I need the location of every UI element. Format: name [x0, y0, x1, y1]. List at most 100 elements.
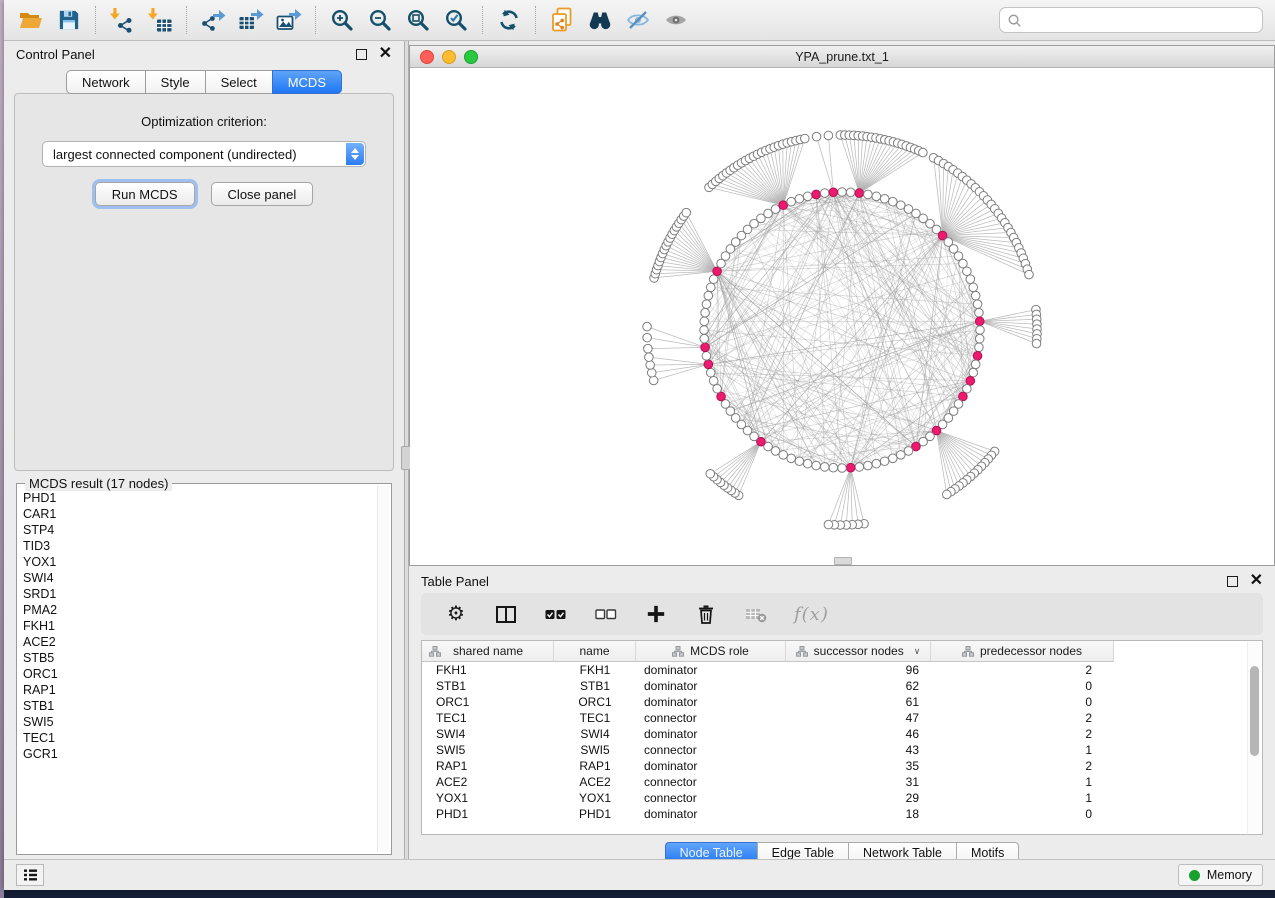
search-field — [999, 7, 1263, 33]
mcds-result-item[interactable]: FKH1 — [23, 618, 375, 634]
mcds-result-item[interactable]: ORC1 — [23, 666, 375, 682]
export-network-button[interactable] — [194, 4, 232, 36]
mcds-result-item[interactable]: PMA2 — [23, 602, 375, 618]
close-panel-button[interactable]: Close panel — [211, 182, 314, 206]
mcds-result-item[interactable]: TEC1 — [23, 730, 375, 746]
deselect-all-checkboxes-icon[interactable] — [594, 601, 618, 627]
add-column-icon[interactable] — [644, 601, 668, 627]
cell-mcds-role: connector — [636, 791, 786, 805]
panels-list-button[interactable] — [16, 864, 44, 886]
import-network-button[interactable] — [103, 4, 141, 36]
table-row[interactable]: SWI4SWI4dominator462 — [422, 726, 1262, 742]
zoom-out-button[interactable] — [361, 4, 399, 36]
column-header-shared-name[interactable]: shared name — [422, 641, 554, 662]
table-row[interactable]: ACE2ACE2connector311 — [422, 774, 1262, 790]
horizontal-splitter-grabber[interactable] — [834, 557, 852, 565]
table-row[interactable]: STB1STB1dominator620 — [422, 678, 1262, 694]
zoom-selected-button[interactable] — [437, 4, 475, 36]
mcds-result-item[interactable]: STB1 — [23, 698, 375, 714]
table-row[interactable]: SWI5SWI5connector431 — [422, 742, 1262, 758]
cell-shared-name: TEC1 — [422, 711, 554, 725]
mcds-result-item[interactable]: SWI5 — [23, 714, 375, 730]
binoculars-icon — [587, 8, 613, 32]
save-session-button[interactable] — [50, 4, 88, 36]
window-close-icon[interactable] — [420, 50, 434, 64]
mcds-result-title: MCDS result (17 nodes) — [25, 476, 172, 491]
mcds-result-item[interactable]: PHD1 — [23, 490, 375, 506]
hide-details-button[interactable] — [619, 4, 657, 36]
window-maximize-icon[interactable] — [464, 50, 478, 64]
show-details-button[interactable] — [657, 4, 695, 36]
cell-name: RAP1 — [554, 759, 636, 773]
cell-shared-name: ORC1 — [422, 695, 554, 709]
toolbar-separator — [95, 6, 96, 34]
tab-network[interactable]: Network — [66, 70, 145, 94]
mcds-result-item[interactable]: SRD1 — [23, 586, 375, 602]
memory-button[interactable]: Memory — [1178, 864, 1263, 886]
vertical-splitter[interactable] — [404, 41, 409, 859]
tab-style[interactable]: Style — [145, 70, 205, 94]
mcds-result-item[interactable]: STP4 — [23, 522, 375, 538]
gear-icon[interactable]: ⚙ — [444, 601, 468, 627]
table-row[interactable]: PHD1PHD1dominator180 — [422, 806, 1262, 822]
close-panel-icon[interactable]: ✕ — [379, 48, 392, 60]
cell-successor-nodes: 43 — [786, 743, 931, 757]
cell-predecessor-nodes: 0 — [931, 807, 1114, 821]
tab-mcds[interactable]: MCDS — [272, 70, 342, 94]
mcds-result-item[interactable]: RAP1 — [23, 682, 375, 698]
export-table-icon — [238, 7, 264, 33]
export-image-icon — [276, 7, 302, 33]
table-body: FKH1FKH1dominator962STB1STB1dominator620… — [422, 662, 1262, 822]
memory-status-icon — [1189, 870, 1200, 881]
float-panel-icon[interactable] — [356, 49, 367, 60]
close-table-panel-icon[interactable]: ✕ — [1250, 575, 1263, 587]
network-title: YPA_prune.txt_1 — [795, 50, 889, 64]
window-minimize-icon[interactable] — [442, 50, 456, 64]
toolbar-separator — [315, 6, 316, 34]
table-scrollbar-thumb[interactable] — [1250, 666, 1259, 756]
column-header-predecessor-nodes[interactable]: predecessor nodes — [931, 641, 1114, 662]
delete-column-icon[interactable] — [694, 601, 718, 627]
table-row[interactable]: TEC1TEC1connector472 — [422, 710, 1262, 726]
tab-select[interactable]: Select — [205, 70, 272, 94]
table-row[interactable]: ORC1ORC1dominator610 — [422, 694, 1262, 710]
mcds-result-item[interactable]: SWI4 — [23, 570, 375, 586]
network-canvas[interactable] — [410, 68, 1274, 565]
export-image-button[interactable] — [270, 4, 308, 36]
search-input[interactable] — [1027, 12, 1255, 28]
table-row[interactable]: RAP1RAP1dominator352 — [422, 758, 1262, 774]
run-mcds-button[interactable]: Run MCDS — [95, 182, 195, 206]
optimization-criterion-label: Optimization criterion: — [141, 114, 267, 129]
criterion-dropdown[interactable]: largest connected component (undirected) — [42, 141, 366, 167]
zoom-in-button[interactable] — [323, 4, 361, 36]
table-scrollbar[interactable] — [1247, 642, 1261, 833]
mcds-result-item[interactable]: CAR1 — [23, 506, 375, 522]
split-columns-icon[interactable] — [494, 601, 518, 627]
float-table-panel-icon[interactable] — [1227, 576, 1238, 587]
search-binoculars-button[interactable] — [581, 4, 619, 36]
select-all-checkboxes-icon[interactable] — [544, 601, 568, 627]
cell-predecessor-nodes: 2 — [931, 663, 1114, 677]
column-header-successor-nodes[interactable]: successor nodes∨ — [786, 641, 931, 662]
table-row[interactable]: FKH1FKH1dominator962 — [422, 662, 1262, 678]
mcds-result-item[interactable]: GCR1 — [23, 746, 375, 762]
table-row[interactable]: YOX1YOX1connector291 — [422, 790, 1262, 806]
mcds-result-item[interactable]: TID3 — [23, 538, 375, 554]
sort-chevron-icon[interactable]: ∨ — [914, 646, 921, 657]
save-floppy-icon — [58, 9, 80, 31]
mcds-result-item[interactable]: ACE2 — [23, 634, 375, 650]
cell-predecessor-nodes: 2 — [931, 759, 1114, 773]
import-table-button[interactable] — [141, 4, 179, 36]
cell-mcds-role: connector — [636, 711, 786, 725]
clone-network-button[interactable] — [543, 4, 581, 36]
column-header-MCDS-role[interactable]: MCDS role — [636, 641, 786, 662]
open-session-button[interactable] — [12, 4, 50, 36]
refresh-layout-button[interactable] — [490, 4, 528, 36]
export-table-button[interactable] — [232, 4, 270, 36]
column-header-name[interactable]: name — [554, 641, 636, 662]
mcds-result-item[interactable]: STB5 — [23, 650, 375, 666]
result-scrollbar[interactable] — [377, 486, 389, 852]
zoom-fit-button[interactable] — [399, 4, 437, 36]
cell-predecessor-nodes: 0 — [931, 695, 1114, 709]
mcds-result-item[interactable]: YOX1 — [23, 554, 375, 570]
